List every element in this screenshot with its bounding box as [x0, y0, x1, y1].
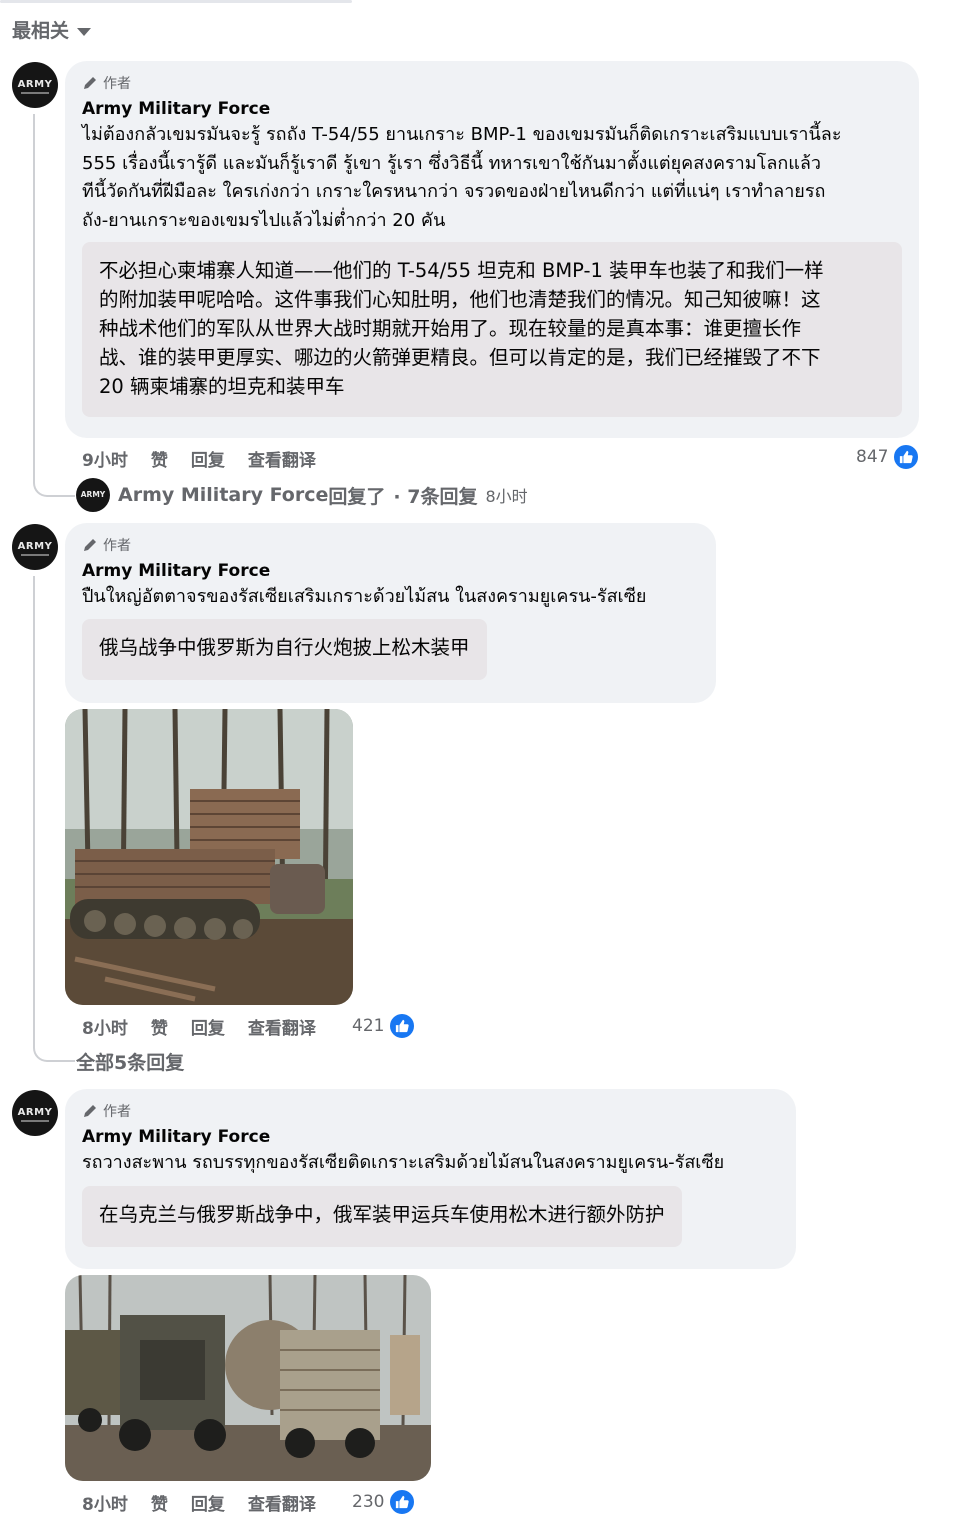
comment-bubble: 作者 Army Military Force ปืนใหญ่อัตตาจรของ… — [65, 523, 716, 703]
avatar[interactable]: ARMY — [12, 62, 58, 108]
reply-button[interactable]: 回复 — [191, 446, 225, 471]
chevron-down-icon — [77, 27, 92, 36]
sort-label: 最相关 — [12, 20, 70, 42]
translate-button[interactable]: 查看翻译 — [248, 1014, 316, 1039]
translate-button[interactable]: 查看翻译 — [248, 1490, 316, 1515]
pencil-icon — [84, 1105, 96, 1117]
comment-author[interactable]: Army Military Force — [82, 99, 270, 119]
comment-actions: 9小时 赞 回复 查看翻译 — [82, 446, 339, 471]
comment-author[interactable]: Army Military Force — [82, 1127, 270, 1147]
thumbs-up-icon — [388, 1012, 417, 1040]
comment-text: ไม่ต้องกลัวเขมรมันจะรู้ รถถัง T-54/55 ยา… — [82, 124, 842, 231]
thumbs-up-icon — [388, 1488, 417, 1516]
comment-time[interactable]: 8小时 — [82, 1490, 128, 1515]
translation-box: 俄乌战争中俄罗斯为自行火炮披上松木装甲 — [82, 619, 487, 680]
sort-dropdown[interactable]: 最相关 — [12, 16, 92, 43]
comment-text: รถวางสะพาน รถบรรทุกของรัสเซียติดเกราะเสร… — [82, 1152, 725, 1173]
comment-bubble: 作者 Army Military Force ไม่ต้องกลัวเขมรมั… — [65, 61, 919, 438]
view-all-replies-link[interactable]: 全部5条回复 — [76, 1048, 184, 1075]
translation-box: 在乌克兰与俄罗斯战争中，俄军装甲运兵车使用松木进行额外防护 — [82, 1186, 682, 1247]
translate-button[interactable]: 查看翻译 — [248, 446, 316, 471]
like-button[interactable]: 赞 — [151, 446, 168, 471]
reaction-count[interactable]: 847 — [856, 443, 921, 471]
comment-text: ปืนใหญ่อัตตาจรของรัสเซียเสริมเกราะด้วยไม… — [82, 586, 647, 607]
top-divider — [0, 0, 352, 3]
comment-photo-tank[interactable] — [65, 709, 353, 1005]
comment-time[interactable]: 9小时 — [82, 446, 128, 471]
avatar: ARMY — [76, 478, 110, 512]
comment-actions: 8小时 赞 回复 查看翻译 — [82, 1014, 339, 1039]
author-badge: 作者 — [82, 1101, 131, 1121]
avatar[interactable]: ARMY — [12, 1090, 58, 1136]
comment-photo-trucks[interactable] — [65, 1275, 431, 1481]
view-replies-link[interactable]: ARMY Army Military Force 回复了 · 7条回复 8小时 — [76, 478, 528, 512]
like-button[interactable]: 赞 — [151, 1490, 168, 1515]
comment-time[interactable]: 8小时 — [82, 1014, 128, 1039]
author-badge: 作者 — [82, 73, 131, 93]
translation-box: 不必担心柬埔寨人知道——他们的 T-54/55 坦克和 BMP-1 装甲车也装了… — [82, 242, 902, 417]
reply-button[interactable]: 回复 — [191, 1490, 225, 1515]
avatar[interactable]: ARMY — [12, 524, 58, 570]
reaction-count[interactable]: 230 — [352, 1488, 417, 1516]
comment-bubble: 作者 Army Military Force รถวางสะพาน รถบรรท… — [65, 1089, 796, 1269]
pencil-icon — [84, 539, 96, 551]
comment-actions: 8小时 赞 回复 查看翻译 — [82, 1490, 339, 1515]
author-badge: 作者 — [82, 535, 131, 555]
comment-author[interactable]: Army Military Force — [82, 561, 270, 581]
like-button[interactable]: 赞 — [151, 1014, 168, 1039]
reaction-count[interactable]: 421 — [352, 1012, 417, 1040]
pencil-icon — [84, 77, 96, 89]
reply-button[interactable]: 回复 — [191, 1014, 225, 1039]
thumbs-up-icon — [892, 443, 921, 471]
